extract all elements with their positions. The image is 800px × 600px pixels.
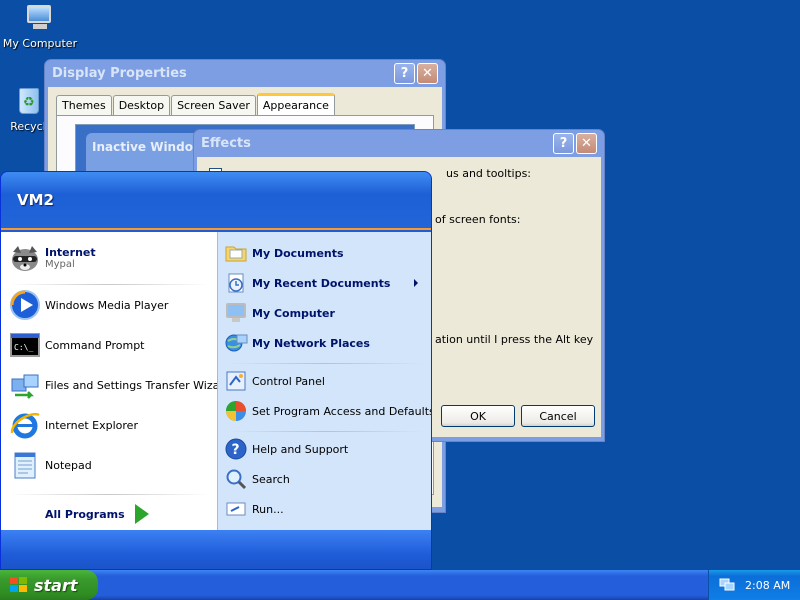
network-places-icon (224, 331, 248, 355)
place-item-label: My Computer (252, 306, 335, 320)
raccoon-browser-icon (9, 242, 41, 274)
ok-button[interactable]: OK (441, 405, 515, 427)
help-button[interactable]: ? (394, 63, 415, 84)
transfer-wizard-icon (9, 369, 41, 401)
recycle-bin-icon: ♻ (11, 86, 45, 116)
windows-flag-icon (10, 577, 28, 593)
svg-text:?: ? (232, 442, 240, 458)
start-menu-footer (1, 530, 431, 569)
place-item-label: Help and Support (252, 442, 349, 456)
place-item-my-computer[interactable]: My Computer (224, 297, 335, 329)
user-name: VM2 (17, 191, 54, 209)
recent-item-label: Command Prompt (45, 338, 145, 352)
tab-desktop[interactable]: Desktop (112, 95, 171, 115)
effects-option-text: us and tooltips: (446, 167, 532, 180)
run-icon (224, 497, 248, 521)
start-button-label: start (34, 575, 78, 595)
separator (9, 494, 209, 495)
place-item-control-panel[interactable]: Control Panel (224, 365, 325, 397)
place-item-label: Set Program Access and Defaults (252, 404, 432, 418)
place-item-set-program-access[interactable]: Set Program Access and Defaults (224, 395, 432, 427)
tab-themes[interactable]: Themes (56, 95, 112, 115)
pinned-item-label: Internet Mypal (45, 246, 96, 270)
start-menu: VM2 Internet Mypal Windows Media Player C… (0, 171, 432, 570)
separator (9, 284, 209, 285)
network-tray-icon[interactable] (719, 576, 735, 595)
search-icon (224, 467, 248, 491)
desktop-icon-label: Recycl (10, 120, 46, 133)
notepad-icon (9, 449, 41, 481)
media-player-icon (9, 289, 41, 321)
system-tray: 2:08 AM (708, 570, 800, 600)
tab-screen-saver[interactable]: Screen Saver (171, 95, 256, 115)
close-button[interactable]: ✕ (576, 133, 597, 154)
desktop-icon-my-computer[interactable]: My Computer (0, 3, 80, 50)
clock[interactable]: 2:08 AM (745, 579, 790, 592)
place-item-label: Run... (252, 502, 284, 516)
separator (228, 431, 424, 432)
dialog-title: Effects (201, 136, 251, 151)
desktop-icon-label: My Computer (2, 37, 78, 50)
place-item-label: My Documents (252, 246, 344, 260)
internet-explorer-icon (9, 409, 41, 441)
place-item-my-network-places[interactable]: My Network Places (224, 327, 370, 359)
place-item-label: Control Panel (252, 374, 325, 388)
place-item-label: My Recent Documents (252, 276, 391, 290)
pinned-item-title: Internet (45, 246, 96, 259)
window-title: Display Properties (52, 66, 187, 81)
cancel-button[interactable]: Cancel (521, 405, 595, 427)
svg-text:C:\_: C:\_ (14, 343, 33, 352)
my-computer-icon (23, 3, 57, 33)
start-button[interactable]: start (0, 570, 98, 600)
place-item-label: My Network Places (252, 336, 370, 350)
start-menu-right-pane: My Documents My Recent Documents My Comp… (217, 232, 432, 530)
place-item-label: Search (252, 472, 290, 486)
command-prompt-icon: C:\_ (9, 329, 41, 361)
effects-option-text: ation until I press the Alt key (435, 333, 594, 346)
place-item-run[interactable]: Run... (224, 493, 284, 525)
tab-strip: Themes Desktop Screen Saver Appearance (56, 93, 434, 115)
recent-item-label: Notepad (45, 458, 92, 472)
close-button[interactable]: ✕ (417, 63, 438, 84)
pinned-item-subtitle: Mypal (45, 259, 75, 270)
taskbar: start 2:08 AM (0, 570, 800, 600)
help-button[interactable]: ? (553, 133, 574, 154)
start-menu-left-pane: Internet Mypal Windows Media Player C:\_ … (1, 232, 231, 530)
place-item-help-and-support[interactable]: ? Help and Support (224, 433, 348, 465)
recent-item-label: Windows Media Player (45, 298, 169, 312)
recent-item-transfer-wizard[interactable]: Files and Settings Transfer Wizard (9, 369, 231, 401)
all-programs-button[interactable]: All Programs (45, 498, 149, 530)
recent-item-windows-media-player[interactable]: Windows Media Player (9, 289, 168, 321)
recent-item-label: Files and Settings Transfer Wizard (45, 378, 231, 392)
place-item-search[interactable]: Search (224, 463, 290, 495)
folder-icon (224, 241, 248, 265)
display-properties-titlebar[interactable]: Display Properties ? ✕ (48, 60, 442, 87)
program-access-icon (224, 399, 248, 423)
control-panel-icon (224, 369, 248, 393)
tab-appearance[interactable]: Appearance (256, 93, 335, 115)
submenu-arrow-icon (414, 279, 418, 287)
my-computer-icon (224, 301, 248, 325)
effects-option-text: of screen fonts: (435, 213, 521, 226)
place-item-my-documents[interactable]: My Documents (224, 237, 344, 269)
effects-titlebar[interactable]: Effects ? ✕ (197, 130, 601, 157)
place-item-my-recent-documents[interactable]: My Recent Documents (224, 267, 428, 299)
separator (228, 363, 424, 364)
start-menu-header: VM2 (1, 172, 431, 230)
recent-documents-icon (224, 271, 248, 295)
recent-item-notepad[interactable]: Notepad (9, 449, 92, 481)
help-icon: ? (224, 437, 248, 461)
recent-item-command-prompt[interactable]: C:\_ Command Prompt (9, 329, 145, 361)
green-arrow-icon (134, 504, 149, 524)
all-programs-label: All Programs (45, 507, 125, 521)
pinned-item-internet[interactable]: Internet Mypal (9, 240, 96, 276)
recent-item-internet-explorer[interactable]: Internet Explorer (9, 409, 138, 441)
recent-item-label: Internet Explorer (45, 418, 138, 432)
